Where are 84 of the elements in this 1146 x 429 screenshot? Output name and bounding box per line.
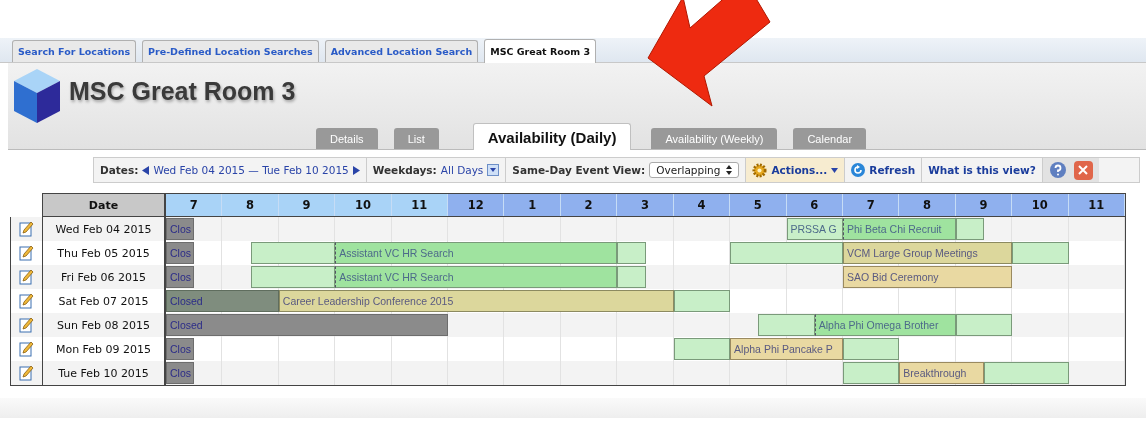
booking-block[interactable] [758,314,815,336]
help-link[interactable]: What is this view? [928,164,1036,176]
edit-icon[interactable] [19,293,34,309]
edit-icon[interactable] [19,245,34,261]
hour-header: 12 [448,194,505,216]
booking-block[interactable]: SAO Bid Ceremony [842,266,1013,288]
booking-block[interactable]: PRSSA G [786,218,843,240]
hour-header: 7 [842,194,900,216]
hour-header: 11 [1068,194,1125,216]
booking-block[interactable] [250,266,336,288]
booking-block[interactable] [842,338,900,360]
booking-block[interactable]: Career Leadership Conference 2015 [278,290,674,312]
booking-block[interactable]: Alpha Phi Omega Brother [814,314,956,336]
hour-header: 6 [786,194,843,216]
edit-icon[interactable] [19,269,34,285]
hour-header: 1 [504,194,561,216]
date-range-link[interactable]: Wed Feb 04 2015 — Tue Feb 10 2015 [153,164,349,176]
hour-header: 7 [166,194,223,216]
edit-icon[interactable] [19,221,34,237]
hour-header: 8 [222,194,279,216]
booking-block[interactable] [673,290,731,312]
dates-label: Dates: [100,164,139,176]
booking-block[interactable] [842,362,900,384]
hour-header: 2 [560,194,618,216]
event-view-label: Same-Day Event View: [512,164,646,176]
hour-header: 11 [391,194,449,216]
hour-header: 8 [899,194,956,216]
refresh-button[interactable]: Refresh [869,164,916,176]
booking-block[interactable] [617,242,646,264]
event-view-select[interactable]: Overlapping [649,162,740,178]
view-tab[interactable]: Calendar [793,128,867,149]
booking-block[interactable] [730,242,843,264]
previous-icon[interactable] [142,165,150,175]
booking-block[interactable]: Phi Beta Chi Recruit [842,218,956,240]
weekdays-value[interactable]: All Days [440,164,484,176]
dropdown-icon[interactable] [487,164,500,176]
view-tab[interactable]: Availability (Weekly) [651,128,778,149]
booking-block[interactable] [617,266,646,288]
view-tab[interactable]: Availability (Daily) [472,123,632,150]
next-icon[interactable] [352,165,360,175]
booking-block[interactable]: Assistant VC HR Search [335,266,618,288]
hour-header: 3 [617,194,674,216]
booking-block[interactable]: VCM Large Group Meetings [842,242,1013,264]
booking-block[interactable]: Breakthrough [899,362,984,384]
page-title: MSC Great Room 3 [68,76,297,106]
hour-header: 4 [673,194,731,216]
gear-icon [752,162,768,178]
booking-block[interactable] [955,218,984,240]
close-icon[interactable] [1073,160,1093,180]
hour-header: 10 [335,194,392,216]
location-tab[interactable]: Pre-Defined Location Searches [142,40,319,62]
closed-block[interactable]: Clos [166,362,195,384]
closed-block[interactable]: Clos [166,338,195,360]
closed-block[interactable]: Closed [166,290,279,312]
edit-icon[interactable] [19,365,34,381]
column-header: Date [42,193,166,217]
location-tab[interactable]: MSC Great Room 3 [484,39,597,63]
up-down-arrows-icon [726,165,733,175]
weekdays-label: Weekdays: [372,164,437,176]
hour-header: 9 [955,194,1013,216]
booking-block[interactable] [955,314,1013,336]
booking-block[interactable] [1012,242,1069,264]
view-tab[interactable]: Details [316,128,378,149]
edit-icon[interactable] [19,317,34,333]
closed-block[interactable]: Clos [166,218,195,240]
booking-block[interactable] [250,242,336,264]
hour-header: 5 [730,194,787,216]
view-tab[interactable]: List [393,128,439,149]
booking-block[interactable] [673,338,731,360]
booking-block[interactable]: Alpha Phi Pancake P [730,338,843,360]
location-tab[interactable]: Advanced Location Search [324,40,479,62]
booking-block[interactable]: Assistant VC HR Search [335,242,618,264]
refresh-icon [851,163,866,177]
hour-header: 9 [278,194,336,216]
booking-block[interactable] [983,362,1069,384]
cube-logo-icon [14,69,60,123]
closed-block[interactable]: Clos [166,242,195,264]
caret-icon [831,167,839,173]
hour-header: 10 [1012,194,1069,216]
location-tab[interactable]: Search For Locations [12,40,137,62]
closed-block[interactable]: Closed [166,314,449,336]
help-icon[interactable] [1048,160,1068,180]
closed-block[interactable]: Clos [166,266,195,288]
edit-icon[interactable] [19,341,34,357]
